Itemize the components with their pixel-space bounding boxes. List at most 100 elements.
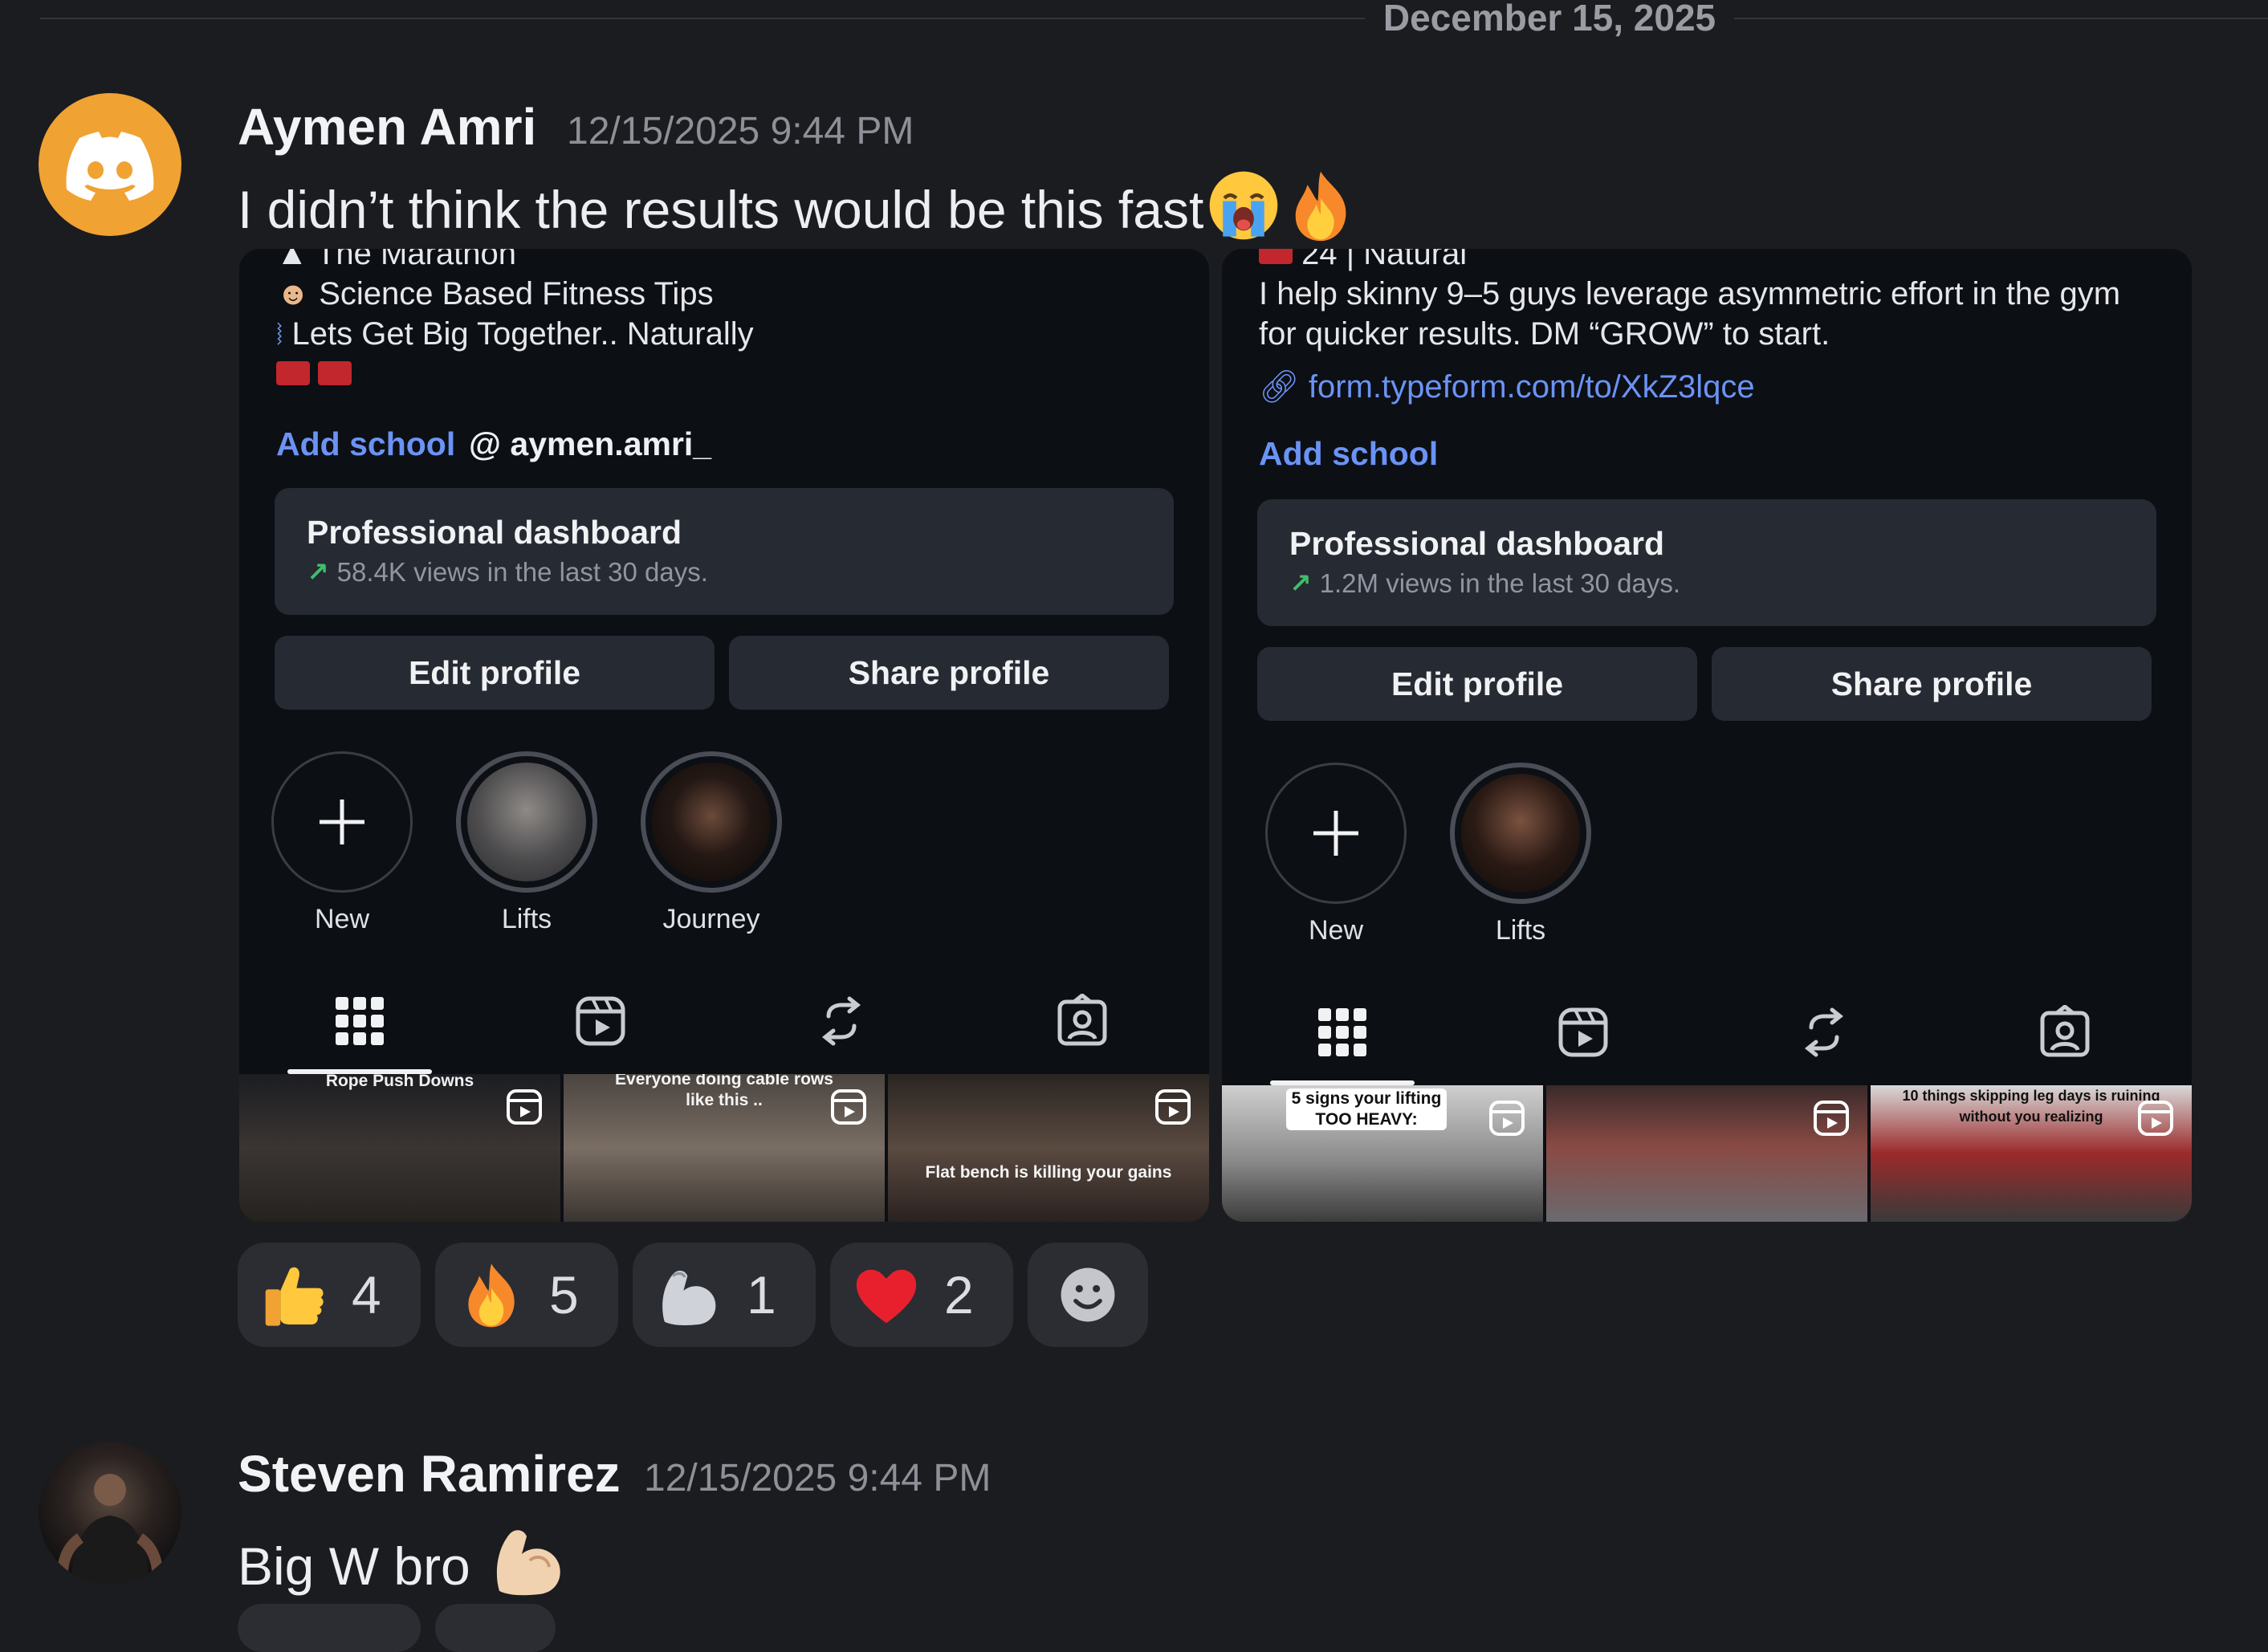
trend-up-icon: ↗ [1289,568,1312,598]
reaction-red-heart[interactable]: 2 [830,1243,1013,1347]
avatar[interactable] [39,93,181,236]
repost-tab-icon[interactable] [814,994,869,1048]
message-text: Big W bro [238,1536,470,1596]
highlight-journey[interactable] [641,751,782,893]
tagged-tab-icon[interactable] [1055,994,1110,1048]
fire-icon [1296,171,1346,242]
new-highlight-button[interactable] [271,751,413,893]
bio-line: ☻ Science Based Fitness Tips [276,276,714,311]
add-school-link[interactable]: Add school [1259,433,1438,474]
reel-icon [1489,1101,1525,1136]
highlight-label: Journey [662,904,760,934]
reaction-flexed-biceps[interactable]: 1 [633,1243,816,1347]
image-attachment[interactable]: ▲ The Marathon ☻ Science Based Fitness T… [239,249,1209,1222]
threads-icon: @ [469,425,501,462]
bio-line-partial: 24 | Natural [1259,249,1467,275]
reaction-fire[interactable]: 5 [435,1243,618,1347]
reel-icon [831,1089,866,1125]
highlight-lifts[interactable] [456,751,597,893]
message-author[interactable]: Steven Ramirez [238,1443,621,1504]
message-content: I didn’t think the results would be this… [238,169,1358,243]
morocco-flag-icon [1259,249,1293,264]
link-icon: 🔗︎ [1259,369,1300,405]
bio-line: for quicker results. DM “GROW” to start. [1259,316,1830,352]
flexed-biceps-icon [661,1269,718,1327]
smiley-add-reaction-icon [1057,1264,1118,1325]
grid-tab-icon[interactable] [1315,1005,1370,1060]
reaction-thumbs-up[interactable]: 4 [238,1243,421,1347]
reel-icon [2138,1101,2173,1136]
reaction-count: 5 [549,1265,579,1324]
avatar[interactable] [39,1442,181,1585]
reel-icon [1814,1101,1849,1136]
edit-profile-button[interactable]: Edit profile [1257,647,1697,721]
threads-handle[interactable]: @ aymen.amri_ [469,424,711,464]
add-school-link[interactable]: Add school [276,424,455,464]
morocco-flag-icon [318,361,352,385]
morocco-flag-icon [276,361,310,385]
reaction-count: 1 [747,1265,776,1324]
professional-dashboard[interactable]: Professional dashboard ↗ 58.4K views in t… [275,488,1174,615]
highlight-label: Lifts [501,904,552,934]
post-thumbnail[interactable]: Flat bench is killing your gains [888,1074,1209,1222]
date-divider: December 15, 2025 [1365,0,1734,40]
message-text: I didn’t think the results would be this… [238,180,1204,239]
highlight-label: New [1308,915,1364,946]
date-divider-line [1734,18,2268,19]
share-profile-button[interactable]: Share profile [1712,647,2152,721]
dashboard-title: Professional dashboard [1289,525,1665,562]
post-thumbnail[interactable]: Rope Push Downs [239,1074,560,1222]
message-timestamp: 12/15/2025 9:44 PM [567,110,914,153]
new-highlight-button[interactable] [1265,763,1407,904]
grid-tab-icon[interactable] [332,994,387,1048]
message-timestamp: 12/15/2025 9:44 PM [644,1457,991,1499]
dashboard-title: Professional dashboard [307,514,682,551]
reaction-count: 2 [944,1265,974,1324]
edit-profile-button[interactable]: Edit profile [275,636,715,710]
thumbs-up-icon [265,1267,324,1326]
highlight-label: Lifts [1495,915,1546,946]
reaction-partial[interactable] [238,1604,421,1652]
post-thumbnail[interactable]: 10 things skipping leg days is ruining w… [1871,1085,2192,1222]
repost-tab-icon[interactable] [1797,1005,1851,1060]
highlight-image [467,763,586,881]
image-attachment[interactable]: 24 | Natural I help skinny 9–5 guys leve… [1222,249,2192,1222]
highlight-image [652,763,771,881]
flexed-biceps-icon [495,1528,562,1597]
bio-line: ⧘ Lets Get Big Together.. Naturally [276,316,754,352]
reaction-partial[interactable] [435,1604,556,1652]
bio-link[interactable]: 🔗︎ form.typeform.com/to/XkZ3lqce [1259,366,1755,408]
morocco-flags [276,361,352,389]
mountain-icon: ▲ [276,249,316,271]
post-thumbnail[interactable]: 5 signs your lifting TOO HEAVY: [1222,1085,1543,1222]
plus-icon [1313,811,1358,856]
reel-icon [507,1089,542,1125]
fire-icon [468,1263,515,1328]
crying-face-icon [1207,169,1281,242]
reels-tab-icon[interactable] [573,994,628,1048]
reels-tab-icon[interactable] [1556,1005,1610,1060]
red-heart-icon [856,1269,917,1324]
reaction-count: 4 [352,1265,381,1324]
dashboard-views: ↗ 1.2M views in the last 30 days. [1289,568,1681,598]
trend-up-icon: ↗ [307,557,329,587]
thumbnail-caption: 5 signs your lifting TOO HEAVY: [1286,1088,1447,1130]
profile-photo [57,1474,163,1585]
message-author[interactable]: Aymen Amri [238,96,536,157]
professional-dashboard[interactable]: Professional dashboard ↗ 1.2M views in th… [1257,499,2156,626]
highlight-image [1461,774,1580,893]
scientist-icon: ☻ [276,276,311,311]
highlight-lifts[interactable] [1450,763,1591,904]
bio-line-partial: ▲ The Marathon [276,249,516,275]
post-thumbnail[interactable] [1546,1085,1867,1222]
highlight-label: New [314,904,370,934]
tagged-tab-icon[interactable] [2038,1005,2092,1060]
plus-icon [320,800,364,844]
discord-logo-icon [66,132,154,201]
share-profile-button[interactable]: Share profile [729,636,1169,710]
date-divider-line [40,18,1365,19]
post-thumbnail[interactable]: Everyone doing cable rows like this .. [564,1074,885,1222]
thumbnail-caption: Flat bench is killing your gains [925,1163,1172,1182]
reel-icon [1155,1089,1191,1125]
add-reaction-button[interactable] [1028,1243,1148,1347]
